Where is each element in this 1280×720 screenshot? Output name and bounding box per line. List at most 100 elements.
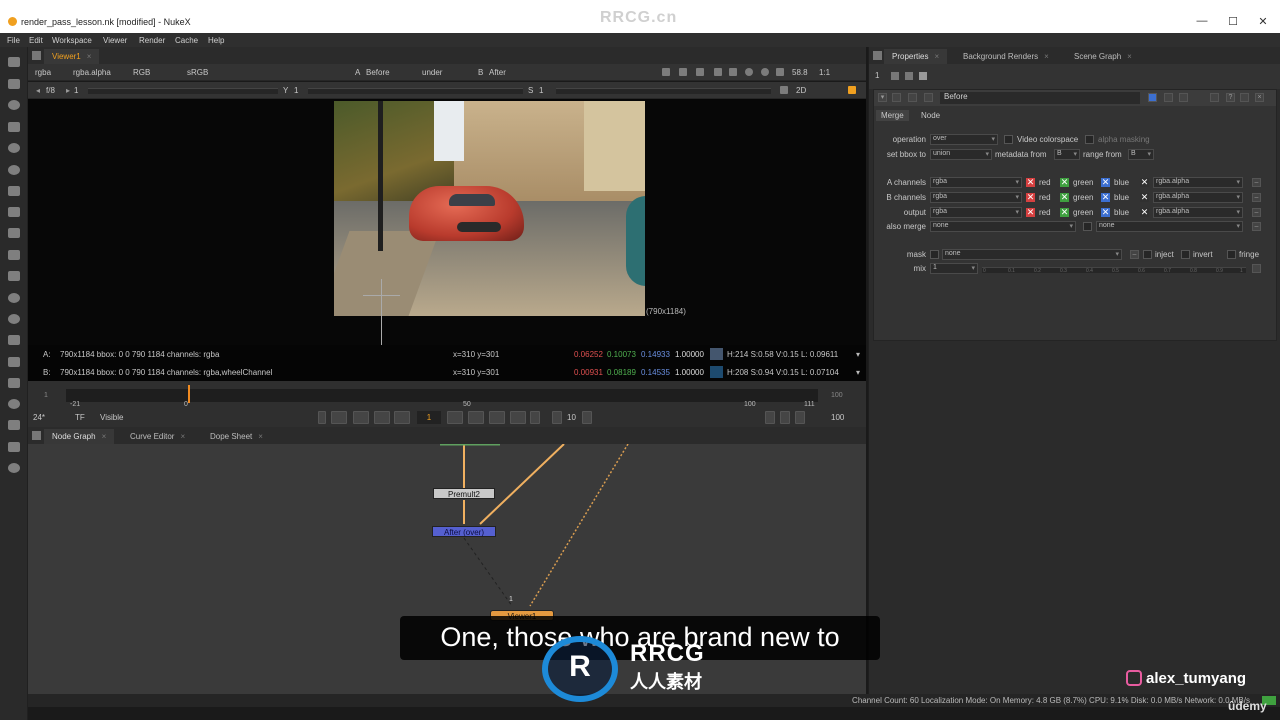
- viewer-canvas[interactable]: (790x1184): [28, 99, 866, 345]
- mix-curve-icon[interactable]: [1252, 264, 1261, 273]
- menu-cache[interactable]: Cache: [175, 36, 198, 45]
- image-tool-icon[interactable]: [8, 57, 20, 67]
- b-channels-expand-icon[interactable]: –: [1252, 193, 1261, 202]
- b-green-checkbox[interactable]: ✕: [1060, 193, 1069, 202]
- playback-mode-button[interactable]: [530, 411, 540, 424]
- pane-menu-icon[interactable]: [32, 51, 41, 60]
- range-from-dropdown[interactable]: B: [1128, 149, 1154, 160]
- end-frame-field[interactable]: 100: [831, 413, 844, 422]
- max-panels-field[interactable]: 1: [875, 71, 879, 80]
- mix-field[interactable]: 1: [930, 263, 978, 274]
- menu-viewer[interactable]: Viewer: [103, 36, 127, 45]
- fringe-checkbox[interactable]: [1227, 250, 1236, 259]
- a-blue-checkbox[interactable]: ✕: [1101, 178, 1110, 187]
- menu-help[interactable]: Help: [208, 36, 224, 45]
- close-window-button[interactable]: ✕: [1256, 15, 1270, 28]
- mask-checkbox[interactable]: [930, 250, 939, 259]
- wipe-mode-dropdown[interactable]: under: [422, 68, 442, 77]
- gamma-slider[interactable]: [308, 88, 523, 94]
- visible-range-dropdown[interactable]: Visible: [100, 413, 123, 422]
- menu-edit[interactable]: Edit: [29, 36, 43, 45]
- menu-workspace[interactable]: Workspace: [52, 36, 92, 45]
- pane-menu-icon[interactable]: [873, 51, 882, 60]
- also-merge-dropdown-2[interactable]: none: [1096, 221, 1243, 232]
- in-point-button[interactable]: [318, 411, 326, 424]
- b-red-checkbox[interactable]: ✕: [1026, 193, 1035, 202]
- flipbook-button[interactable]: [765, 411, 775, 424]
- close-tab-icon[interactable]: ×: [180, 432, 185, 441]
- wipe-handle-arm[interactable]: [363, 295, 400, 296]
- gamma-value[interactable]: 1: [294, 86, 298, 95]
- b-channels-dropdown[interactable]: rgba: [930, 192, 1022, 203]
- close-properties-icon[interactable]: ×: [1255, 93, 1264, 102]
- clipping-icon[interactable]: [696, 68, 704, 76]
- node-after-over[interactable]: After (over): [432, 526, 496, 537]
- roi-icon[interactable]: [662, 68, 670, 76]
- b-blue-checkbox[interactable]: ✕: [1101, 193, 1110, 202]
- step-back-increment-button[interactable]: [353, 411, 369, 424]
- deep-tool-icon[interactable]: [8, 293, 20, 303]
- play-forward-button[interactable]: [447, 411, 463, 424]
- toolsets-tool-icon[interactable]: [8, 357, 20, 367]
- output-blue-checkbox[interactable]: ✕: [1101, 208, 1110, 217]
- paint-brush-icon[interactable]: [848, 86, 856, 94]
- zoom-level[interactable]: 58.8: [792, 68, 808, 77]
- lut-icon[interactable]: [729, 68, 737, 76]
- info-a-expand-icon[interactable]: ▾: [856, 350, 860, 359]
- a-input-dropdown[interactable]: Before: [366, 68, 390, 77]
- tab-properties[interactable]: Properties ×: [884, 49, 948, 64]
- viewer-icon[interactable]: [1148, 93, 1157, 102]
- menu-file[interactable]: File: [7, 36, 20, 45]
- step-forward-increment-button[interactable]: [489, 411, 505, 424]
- skip-back-button[interactable]: [552, 411, 562, 424]
- tab-node[interactable]: Node: [916, 110, 945, 121]
- output-green-checkbox[interactable]: ✕: [1060, 208, 1069, 217]
- a-alpha-checkbox[interactable]: ✕: [1140, 178, 1149, 187]
- minimize-button[interactable]: —: [1195, 15, 1209, 27]
- metadata-tool-icon[interactable]: [8, 335, 20, 345]
- close-tab-icon[interactable]: ×: [1044, 52, 1049, 61]
- pause-icon[interactable]: [776, 68, 784, 76]
- redo-icon[interactable]: [1210, 93, 1219, 102]
- fps-dropdown[interactable]: 24*: [33, 413, 45, 422]
- other-tool-icon[interactable]: [8, 378, 20, 388]
- close-tab-icon[interactable]: ×: [934, 52, 939, 61]
- skip-forward-button[interactable]: [582, 411, 592, 424]
- previous-keyframe-button[interactable]: [374, 411, 390, 424]
- play-backward-button[interactable]: [394, 411, 410, 424]
- playhead[interactable]: [188, 385, 190, 403]
- a-channels-dropdown[interactable]: rgba: [930, 177, 1022, 188]
- display-style-dropdown[interactable]: RGB: [133, 68, 150, 77]
- saturation-value[interactable]: 1: [539, 86, 543, 95]
- lock-panel-icon[interactable]: [891, 72, 899, 80]
- overlay-icon[interactable]: [714, 68, 722, 76]
- fstop-value[interactable]: f/8: [46, 86, 55, 95]
- first-frame-button[interactable]: [331, 411, 347, 424]
- mask-expand-icon[interactable]: –: [1130, 250, 1139, 259]
- close-tab-icon[interactable]: ×: [258, 432, 263, 441]
- mask-dropdown[interactable]: none: [942, 249, 1122, 260]
- refresh-icon[interactable]: [745, 68, 753, 76]
- info-b-expand-icon[interactable]: ▾: [856, 368, 860, 377]
- frame-increment-field[interactable]: 10: [567, 413, 576, 422]
- revert-icon[interactable]: [1164, 93, 1173, 102]
- timeline-track[interactable]: [66, 389, 818, 402]
- keyer-tool-icon[interactable]: [8, 186, 20, 196]
- pane-menu-icon[interactable]: [32, 431, 41, 440]
- maximize-button[interactable]: ☐: [1226, 15, 1240, 28]
- time-tool-icon[interactable]: [8, 100, 20, 110]
- node-name-field[interactable]: Before: [940, 92, 1140, 104]
- ocula-tool-icon[interactable]: [8, 420, 20, 430]
- saturation-slider[interactable]: [556, 88, 771, 94]
- tab-scene-graph[interactable]: Scene Graph ×: [1066, 49, 1140, 64]
- output-alpha-dropdown[interactable]: rgba.alpha: [1153, 207, 1243, 218]
- fstop-arrow-right-icon[interactable]: ▸: [66, 86, 70, 95]
- lock-range-button[interactable]: [795, 411, 805, 424]
- 3d-tool-icon[interactable]: [8, 250, 20, 260]
- b-alpha-dropdown[interactable]: rgba.alpha: [1153, 192, 1243, 203]
- invert-checkbox[interactable]: [1181, 250, 1190, 259]
- draw-tool-icon[interactable]: [8, 79, 20, 89]
- capture-button[interactable]: [780, 411, 790, 424]
- b-input-dropdown[interactable]: After: [489, 68, 506, 77]
- center-node-icon[interactable]: [892, 93, 901, 102]
